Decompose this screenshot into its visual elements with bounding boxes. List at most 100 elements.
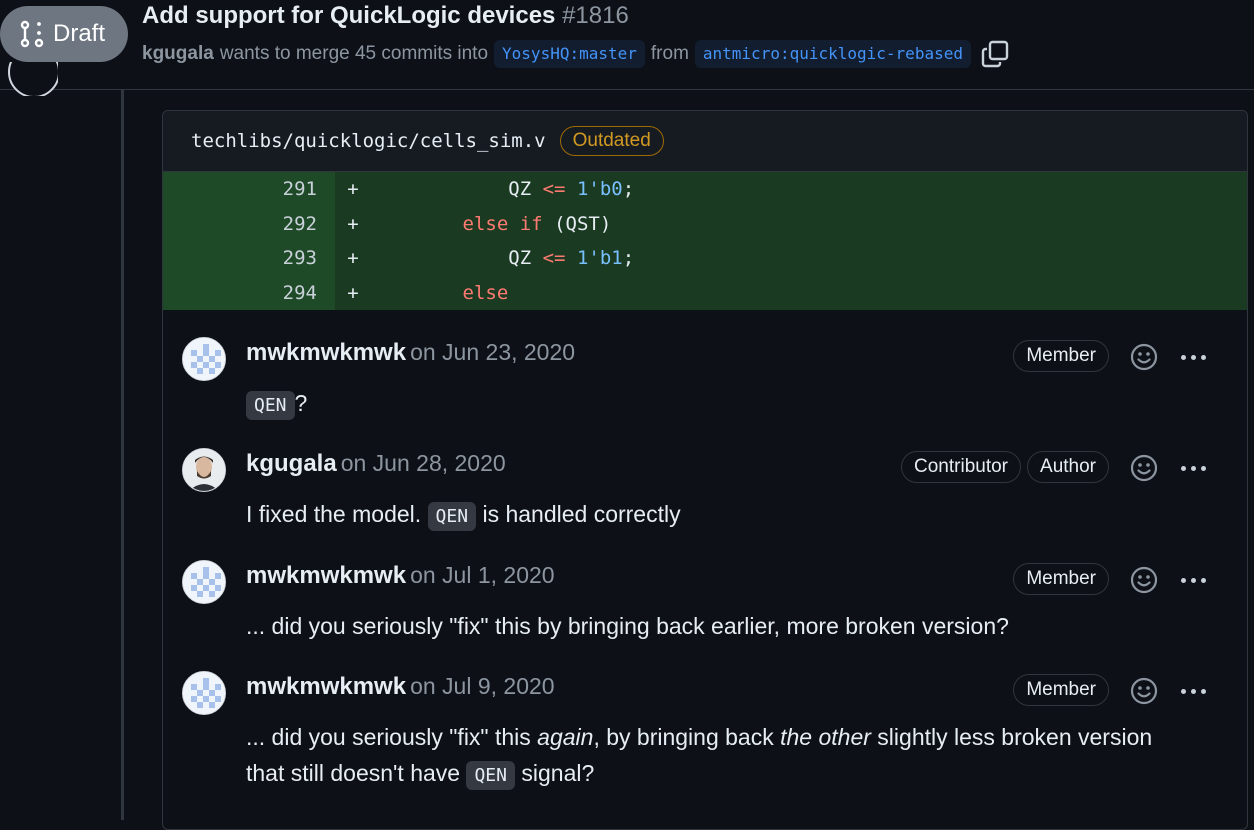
diff-marker: + [347,247,359,270]
code-token: QZ [508,178,543,201]
code-token: 1'b1 [576,247,623,270]
code-token: ; [622,178,635,201]
avatar[interactable] [182,337,226,381]
outdated-badge: Outdated [559,126,664,156]
line-number[interactable]: 291 [163,172,335,207]
code-token: else [462,281,509,304]
comment-timestamp[interactable]: on Jul 9, 2020 [410,673,555,699]
comment-text: , by bringing back [593,724,781,750]
comment-body: QEN? [246,385,307,424]
pr-header: Draft Add support for QuickLogic devices… [0,0,1254,96]
opener-avatar [8,62,58,96]
thread-file-header: techlibs/quicklogic/cells_sim.v Outdated [163,111,1247,172]
comment-header: mwkmwkmwk on Jun 23, 2020 [246,339,575,367]
inline-code: QEN [246,391,295,420]
smiley-icon[interactable] [1129,676,1159,706]
draft-state-badge: Draft [0,6,128,62]
role-badge-member: Member [1013,674,1109,706]
line-number[interactable]: 294 [163,275,335,310]
comment-author[interactable]: mwkmwkmwk [246,673,406,700]
inline-code: QEN [466,761,515,790]
kebab-horizontal-icon[interactable] [1175,342,1211,372]
diff-code: QZ <= 1'b0; [371,178,634,200]
pr-meta: kgugala wants to merge 45 commits into Y… [142,38,1009,70]
code-token: if [519,212,543,235]
comment-text: that still doesn't have [246,760,467,786]
comment-body: ... did you seriously "fix" this again, … [246,719,1152,794]
diff-marker: + [347,178,359,201]
comment-timestamp[interactable]: on Jun 23, 2020 [410,339,575,365]
comment-text: I fixed the model. [246,501,428,527]
avatar[interactable] [182,671,226,715]
comment-text: ... did you seriously "fix" this [246,724,538,750]
role-badges: Contributor Author [901,451,1109,483]
emphasis-text: again [537,724,594,750]
comment-timestamp[interactable]: on Jul 1, 2020 [410,562,555,588]
git-pull-request-draft-icon [20,20,44,48]
avatar[interactable] [182,560,226,604]
role-badges: Member [1013,563,1109,595]
copy-icon[interactable] [981,40,1009,68]
diff-line: 291 + QZ <= 1'b0; [163,172,1247,207]
role-badge-contributor: Contributor [901,451,1022,483]
smiley-icon[interactable] [1129,342,1159,372]
kebab-horizontal-icon[interactable] [1175,453,1211,483]
avatar[interactable] [182,448,226,492]
merge-text: wants to merge 45 commits into [219,43,489,64]
base-branch[interactable]: YosysHQ:master [494,40,645,68]
comment-text: signal? [514,760,595,786]
pr-title: Add support for QuickLogic devices [142,2,556,29]
draft-label: Draft [53,20,106,47]
diff-line: 294 + else [163,275,1247,310]
code-token: 1'b0 [576,178,623,201]
line-number[interactable]: 292 [163,206,335,241]
diff-line: 292 + else if (QST) [163,206,1247,241]
kebab-horizontal-icon[interactable] [1175,565,1211,595]
emphasis-text: the other [780,724,871,750]
kebab-horizontal-icon[interactable] [1175,676,1211,706]
role-badge-member: Member [1013,340,1109,372]
smiley-icon[interactable] [1129,565,1159,595]
code-token: <= [542,247,566,270]
comment-text: is handled correctly [476,501,681,527]
code-token: QZ [508,247,543,270]
pr-author-link[interactable]: kgugala [142,43,214,65]
code-token: else [462,212,509,235]
code-token: (QST) [542,212,612,235]
timeline-line [121,89,124,820]
head-branch[interactable]: antmicro:quicklogic-rebased [694,40,971,68]
comment-header: kgugala on Jun 28, 2020 [246,450,506,478]
role-badges: Member [1013,674,1109,706]
pr-title-line: Add support for QuickLogic devices #1816 [142,2,629,30]
code-token: <= [542,178,566,201]
diff-hunk: 291 + QZ <= 1'b0; 292 + else if (QST) 293 + Q… [163,172,1247,310]
comment-body: ... did you seriously "fix" this by brin… [246,608,1009,644]
role-badge-author: Author [1027,451,1109,483]
comment-author[interactable]: mwkmwkmwk [246,339,406,366]
comment-timestamp[interactable]: on Jun 28, 2020 [341,450,506,476]
review-thread: techlibs/quicklogic/cells_sim.v Outdated… [162,110,1248,830]
comment-text: slightly less broken version [870,724,1153,750]
from-text: from [650,43,689,64]
diff-marker: + [347,281,359,304]
comment-author[interactable]: kgugala [246,450,337,477]
role-badges: Member [1013,340,1109,372]
diff-code: else if (QST) [371,212,612,235]
inline-code: QEN [427,502,477,531]
role-badge-member: Member [1013,563,1109,595]
comment-text: ? [294,390,308,416]
diff-line: 293 + QZ <= 1'b1; [163,241,1247,276]
diff-marker: + [347,212,359,235]
diff-code: else [371,281,509,304]
file-path-link[interactable]: techlibs/quicklogic/cells_sim.v [191,130,546,152]
pr-number: #1816 [562,2,629,29]
line-number[interactable]: 293 [163,241,335,276]
comment-text: ... did you seriously "fix" this by brin… [246,613,1009,639]
comment-body: I fixed the model. QEN is handled correc… [246,496,681,535]
comment-author[interactable]: mwkmwkmwk [246,562,406,589]
code-token: ; [622,247,635,270]
smiley-icon[interactable] [1129,453,1159,483]
